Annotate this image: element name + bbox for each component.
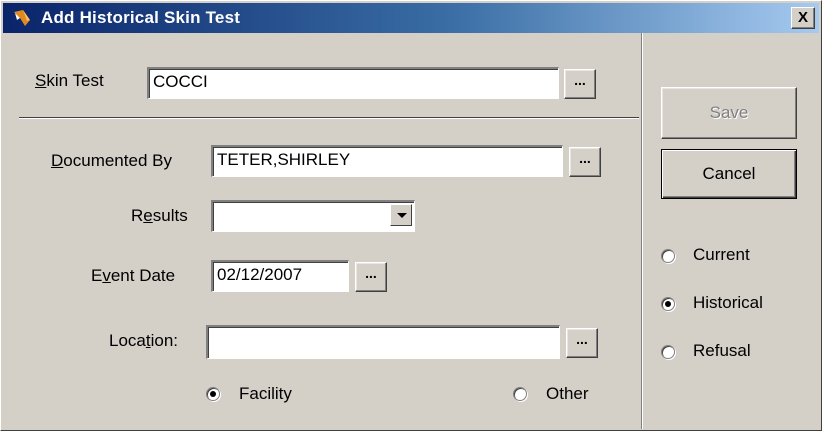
refusal-radio[interactable] bbox=[661, 345, 675, 359]
vertical-separator bbox=[641, 33, 643, 429]
cancel-button[interactable]: Cancel bbox=[661, 149, 797, 199]
other-radio[interactable] bbox=[513, 387, 527, 401]
skin-test-label: Skin Test bbox=[35, 71, 104, 90]
close-button[interactable]: X bbox=[791, 7, 815, 29]
location-lookup-button[interactable]: ... bbox=[566, 328, 598, 358]
window-title: Add Historical Skin Test bbox=[41, 8, 241, 27]
chevron-down-icon[interactable] bbox=[390, 204, 412, 226]
event-date-label: Event Date bbox=[91, 266, 176, 285]
results-label: Results bbox=[131, 206, 188, 225]
separator bbox=[19, 117, 639, 119]
add-historical-skin-test-dialog: Add Historical Skin Test X Skin Test COC… bbox=[0, 0, 822, 431]
other-label[interactable]: Other bbox=[546, 384, 589, 404]
skin-test-field[interactable]: COCCI bbox=[147, 67, 559, 99]
historical-radio[interactable] bbox=[661, 297, 675, 311]
close-icon: X bbox=[797, 9, 808, 26]
current-label[interactable]: Current bbox=[693, 245, 750, 265]
current-radio[interactable] bbox=[661, 249, 675, 263]
facility-label[interactable]: Facility bbox=[239, 384, 292, 404]
app-icon bbox=[14, 10, 30, 26]
documented-by-field[interactable]: TETER,SHIRLEY bbox=[211, 145, 563, 177]
event-date-field[interactable]: 02/12/2007 bbox=[211, 260, 349, 292]
title-bar[interactable]: Add Historical Skin Test X bbox=[3, 3, 819, 33]
skin-test-lookup-button[interactable]: ... bbox=[564, 69, 596, 99]
location-label: Location: bbox=[109, 331, 179, 350]
location-field[interactable] bbox=[206, 325, 560, 359]
save-button[interactable]: Save bbox=[661, 87, 797, 139]
documented-by-lookup-button[interactable]: ... bbox=[569, 147, 601, 177]
event-date-picker-button[interactable]: ... bbox=[355, 262, 387, 292]
historical-label[interactable]: Historical bbox=[693, 293, 763, 313]
facility-radio[interactable] bbox=[206, 387, 220, 401]
documented-by-label: Documented By bbox=[51, 151, 172, 170]
refusal-label[interactable]: Refusal bbox=[693, 341, 751, 361]
results-dropdown[interactable] bbox=[211, 200, 415, 232]
